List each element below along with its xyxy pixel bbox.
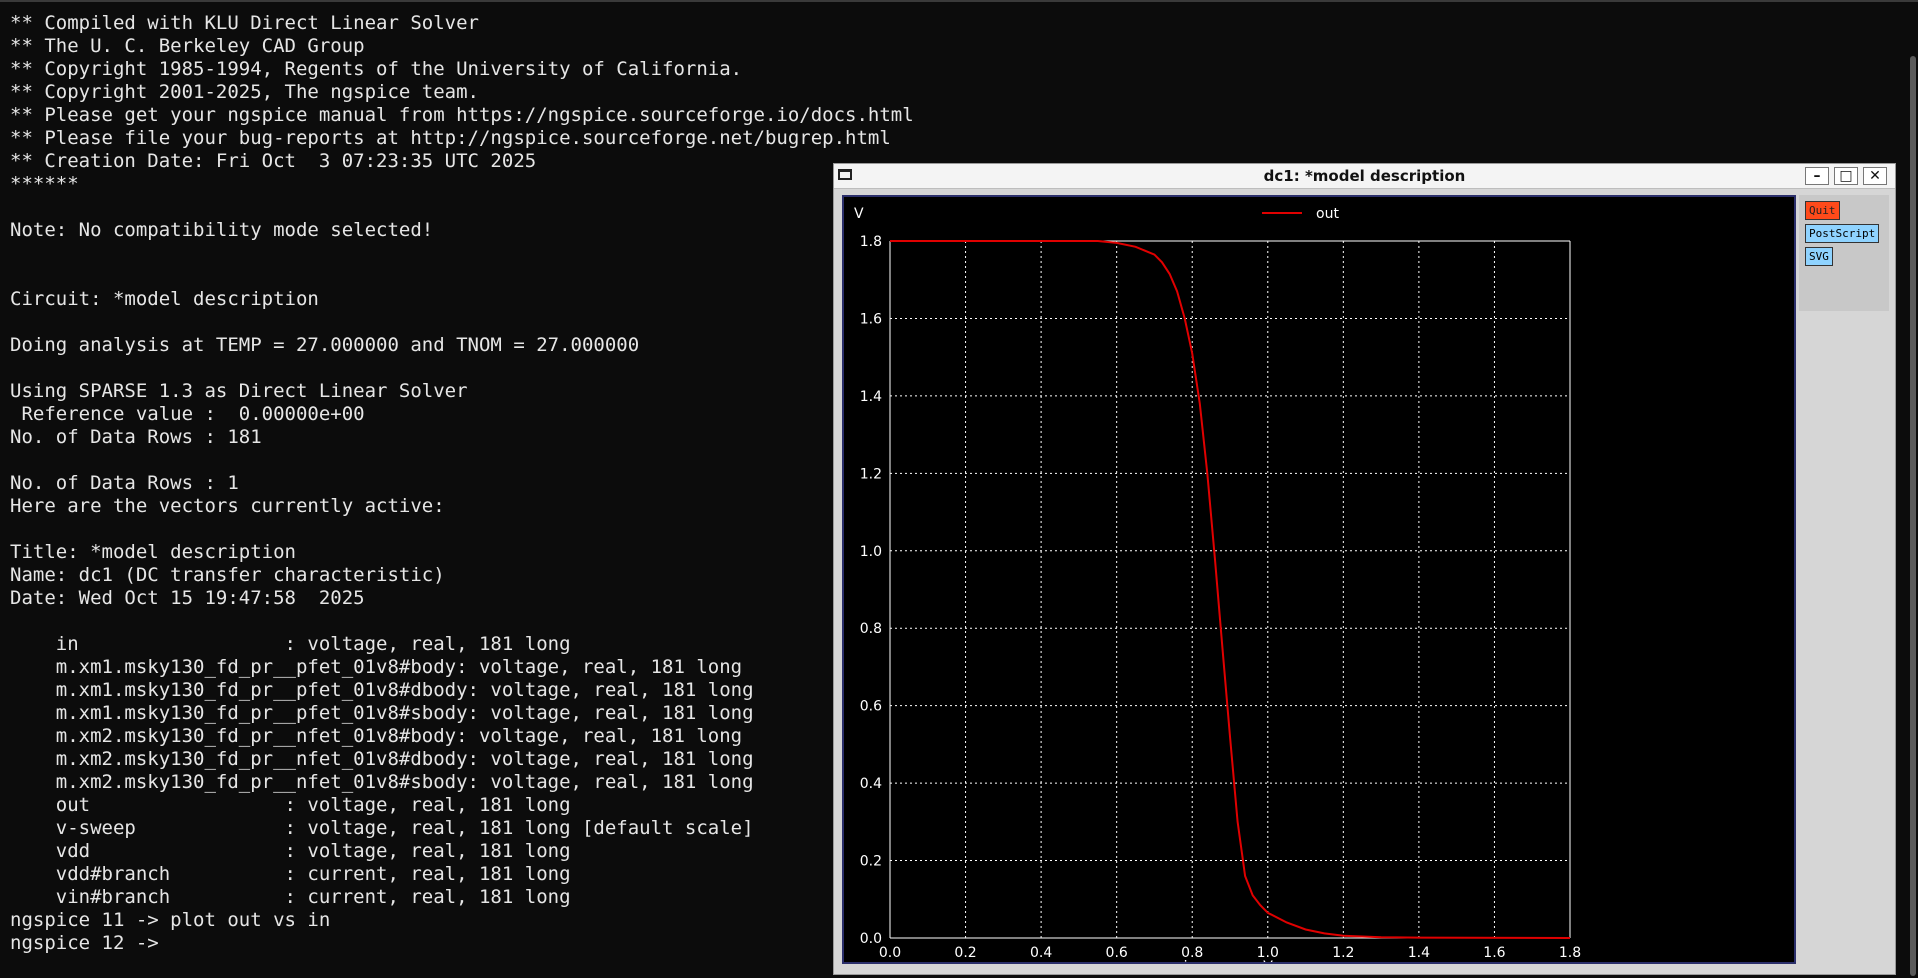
terminal-scrollbar[interactable] [1910, 56, 1916, 976]
y-tick-label: 0.0 [860, 931, 882, 947]
terminal-line: Using SPARSE 1.3 as Direct Linear Solver [10, 380, 468, 402]
y-tick-label: 1.2 [860, 466, 882, 482]
y-tick-label: 1.4 [860, 389, 882, 405]
terminal-line: in : voltage, real, 181 long [10, 633, 571, 655]
terminal-line: m.xm1.msky130_fd_pr__pfet_01v8#dbody: vo… [10, 679, 754, 701]
terminal-line: ngspice 12 -> [10, 932, 171, 954]
terminal-line: ****** [10, 173, 79, 195]
terminal-line: Title: *model description [10, 541, 296, 563]
terminal-line: Here are the vectors currently active: [10, 495, 445, 517]
terminal-line: No. of Data Rows : 181 [10, 426, 262, 448]
terminal-line: m.xm1.msky130_fd_pr__pfet_01v8#sbody: vo… [10, 702, 754, 724]
y-tick-label: 0.8 [860, 621, 882, 637]
terminal-line: Note: No compatibility mode selected! [10, 219, 434, 241]
terminal-line: vdd : voltage, real, 181 long [10, 840, 571, 862]
terminal-line: Doing analysis at TEMP = 27.000000 and T… [10, 334, 640, 356]
quit-button[interactable]: Quit [1805, 201, 1840, 220]
x-axis-unit: V [1263, 959, 1273, 962]
terminal-line: v-sweep : voltage, real, 181 long [defau… [10, 817, 754, 839]
terminal-line: m.xm2.msky130_fd_pr__nfet_01v8#sbody: vo… [10, 771, 754, 793]
terminal-line: ngspice 11 -> plot out vs in [10, 909, 331, 931]
close-button[interactable]: ✕ [1863, 167, 1887, 185]
plot-chart: 0.0 0.2 0.4 0.6 0.8 1.0 1.2 1.4 1.6 1.8 0.0 0.2 0.4 0… [854, 206, 1581, 962]
y-tick-label: 1.6 [860, 311, 882, 327]
legend-label-out: out [1316, 206, 1339, 222]
plot-area: 0.0 0.2 0.4 0.6 0.8 1.0 1.2 1.4 1.6 1.8 0.0 0.2 0.4 0… [842, 195, 1796, 964]
terminal-line: Circuit: *model description [10, 288, 319, 310]
terminal-output: ** Compiled with KLU Direct Linear Solve… [10, 12, 914, 955]
terminal-line: No. of Data Rows : 1 [10, 472, 239, 494]
terminal-line: Name: dc1 (DC transfer characteristic) [10, 564, 445, 586]
terminal-line: vdd#branch : current, real, 181 long [10, 863, 571, 885]
x-tick-label: 1.8 [1559, 945, 1581, 961]
x-tick-label: 1.2 [1332, 945, 1354, 961]
plot-window-titlebar[interactable]: dc1: *model description – □ ✕ [834, 164, 1895, 189]
terminal-line: ** Compiled with KLU Direct Linear Solve… [10, 12, 479, 34]
y-tick-label: 0.4 [860, 776, 882, 792]
terminal-line: ** The U. C. Berkeley CAD Group [10, 35, 365, 57]
x-tick-label: 0.4 [1030, 945, 1052, 961]
svg-button[interactable]: SVG [1805, 247, 1833, 266]
x-tick-label: 0.0 [879, 945, 901, 961]
terminal-line: m.xm2.msky130_fd_pr__nfet_01v8#dbody: vo… [10, 748, 754, 770]
terminal-line: Reference value : 0.00000e+00 [10, 403, 365, 425]
y-tick-label: 0.6 [860, 699, 882, 715]
y-axis-unit: V [854, 206, 864, 222]
terminal-line: ** Copyright 1985-1994, Regents of the U… [10, 58, 743, 80]
y-tick-label: 1.0 [860, 544, 882, 560]
plot-window[interactable]: dc1: *model description – □ ✕ 0.0 0.2 0.4 0… [833, 163, 1896, 975]
terminal-line: ** Creation Date: Fri Oct 3 07:23:35 UTC… [10, 150, 537, 172]
terminal-line: m.xm1.msky130_fd_pr__pfet_01v8#body: vol… [10, 656, 743, 678]
terminal-top-border [0, 0, 1918, 2]
x-tick-label: 0.2 [954, 945, 976, 961]
terminal-line: vin#branch : current, real, 181 long [10, 886, 571, 908]
terminal-line: ** Copyright 2001-2025, The ngspice team… [10, 81, 479, 103]
series-line-out [890, 240, 1571, 939]
terminal-line: Date: Wed Oct 15 19:47:58 2025 [10, 587, 365, 609]
y-tick-label: 1.8 [860, 234, 882, 250]
terminal-line: out : voltage, real, 181 long [10, 794, 571, 816]
terminal-line: ** Please file your bug-reports at http:… [10, 127, 891, 149]
plot-window-title: dc1: *model description [1263, 167, 1466, 185]
x-tick-label: 1.4 [1408, 945, 1430, 961]
minimize-button[interactable]: – [1805, 167, 1829, 185]
terminal-line: ** Please get your ngspice manual from h… [10, 104, 914, 126]
y-tick-label: 0.2 [860, 854, 882, 870]
plot-button-panel: Quit PostScript SVG [1799, 195, 1889, 311]
x-tick-label: 1.6 [1483, 945, 1505, 961]
postscript-button[interactable]: PostScript [1805, 224, 1880, 243]
terminal-line: m.xm2.msky130_fd_pr__nfet_01v8#body: vol… [10, 725, 743, 747]
maximize-button[interactable]: □ [1834, 167, 1858, 185]
x-axis-label: in [1184, 959, 1197, 962]
x-tick-label: 0.6 [1106, 945, 1128, 961]
